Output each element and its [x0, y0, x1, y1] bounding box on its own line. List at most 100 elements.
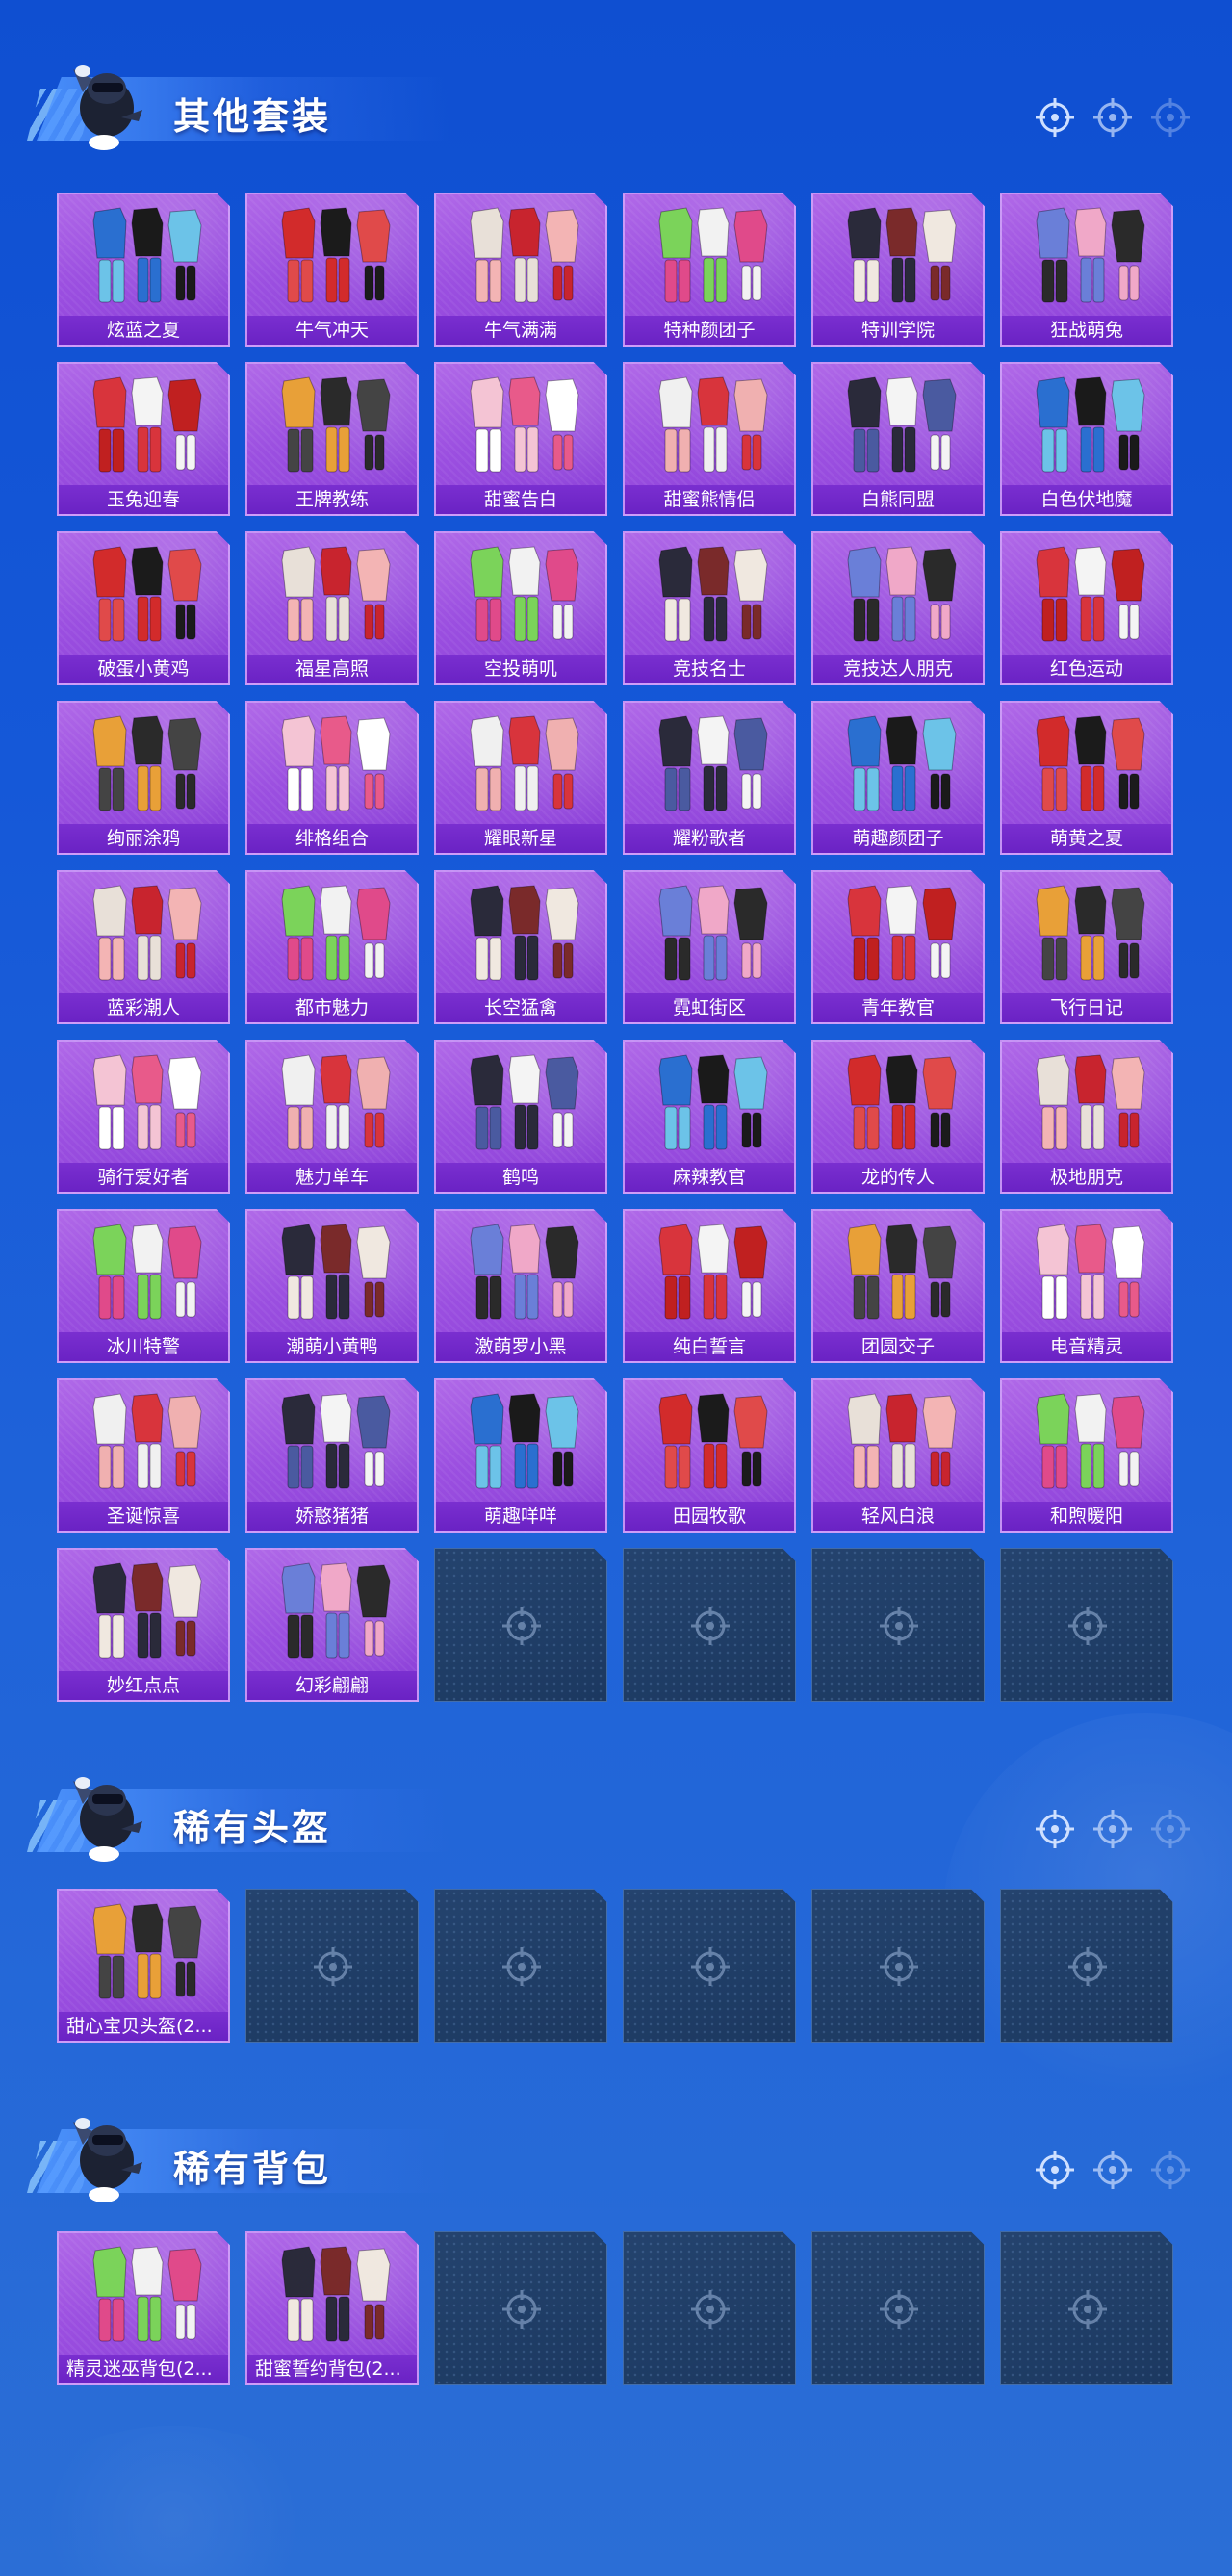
- crosshair-icon: [1151, 98, 1190, 137]
- item-card[interactable]: 狂战萌兔: [1000, 193, 1173, 347]
- item-card[interactable]: 极地朋克: [1000, 1040, 1173, 1194]
- crosshair-icon: [1036, 98, 1074, 137]
- item-card[interactable]: 甜心宝贝头盔(2...: [57, 1889, 230, 2043]
- empty-slot: [434, 1548, 607, 1702]
- item-image: [847, 1393, 957, 1489]
- item-image: [1036, 715, 1145, 811]
- item-card[interactable]: 和煦暖阳: [1000, 1378, 1173, 1533]
- item-card[interactable]: 龙的传人: [811, 1040, 985, 1194]
- item-name: 电音精灵: [1002, 1332, 1171, 1361]
- item-name: 青年教官: [813, 993, 983, 1022]
- section-header-other-sets: 其他套装: [27, 50, 1192, 156]
- empty-slot: [811, 2231, 985, 2385]
- item-card[interactable]: 竞技达人朋克: [811, 531, 985, 685]
- item-name: 甜蜜熊情侣: [625, 485, 794, 514]
- item-name: 萌趣咩咩: [436, 1502, 605, 1531]
- crosshair-icon: [880, 2290, 918, 2329]
- item-card[interactable]: 轻风白浪: [811, 1378, 985, 1533]
- item-card[interactable]: 绯格组合: [245, 701, 419, 855]
- item-card[interactable]: 绚丽涂鸦: [57, 701, 230, 855]
- item-card[interactable]: 红色运动: [1000, 531, 1173, 685]
- item-card[interactable]: 圣诞惊喜: [57, 1378, 230, 1533]
- item-card[interactable]: 妙红点点: [57, 1548, 230, 1702]
- item-card[interactable]: 萌趣咩咩: [434, 1378, 607, 1533]
- item-name: 冰川特警: [59, 1332, 228, 1361]
- item-image: [92, 207, 202, 303]
- item-card[interactable]: 甜蜜告白: [434, 362, 607, 516]
- item-name: 绯格组合: [247, 824, 417, 853]
- item-card[interactable]: 福星高照: [245, 531, 419, 685]
- item-card[interactable]: 玉兔迎春: [57, 362, 230, 516]
- item-image: [658, 1393, 768, 1489]
- item-card[interactable]: 幻彩翩翩: [245, 1548, 419, 1702]
- item-name: 精灵迷巫背包(2...: [59, 2355, 228, 2383]
- item-card[interactable]: 炫蓝之夏: [57, 193, 230, 347]
- item-card[interactable]: 魅力单车: [245, 1040, 419, 1194]
- item-card[interactable]: 空投萌叽: [434, 531, 607, 685]
- crosshair-icon: [314, 1947, 352, 1986]
- item-card[interactable]: 都市魅力: [245, 870, 419, 1024]
- item-card[interactable]: 青年教官: [811, 870, 985, 1024]
- item-name: 圣诞惊喜: [59, 1502, 228, 1531]
- item-name: 耀眼新星: [436, 824, 605, 853]
- item-card[interactable]: 麻辣教官: [623, 1040, 796, 1194]
- crosshair-icon: [1093, 1810, 1132, 1848]
- item-card[interactable]: 萌黄之夏: [1000, 701, 1173, 855]
- item-card[interactable]: 电音精灵: [1000, 1209, 1173, 1363]
- empty-slot: [623, 1889, 796, 2043]
- crosshair-icon: [502, 1607, 541, 1645]
- item-card[interactable]: 特训学院: [811, 193, 985, 347]
- item-grid-rare-backpacks: 精灵迷巫背包(2... 甜蜜誓约背包(2...: [57, 2231, 1173, 2385]
- item-card[interactable]: 牛气冲天: [245, 193, 419, 347]
- item-card[interactable]: 耀眼新星: [434, 701, 607, 855]
- item-image: [1036, 1224, 1145, 1320]
- item-card[interactable]: 田园牧歌: [623, 1378, 796, 1533]
- item-card[interactable]: 竞技名士: [623, 531, 796, 685]
- item-name: 团圆交子: [813, 1332, 983, 1361]
- empty-slot: [434, 2231, 607, 2385]
- item-card[interactable]: 激萌罗小黑: [434, 1209, 607, 1363]
- item-image: [1036, 546, 1145, 642]
- item-name: 鹤鸣: [436, 1163, 605, 1192]
- item-name: 骑行爱好者: [59, 1163, 228, 1192]
- item-card[interactable]: 甜蜜熊情侣: [623, 362, 796, 516]
- item-image: [470, 1054, 579, 1150]
- empty-slot: [1000, 1889, 1173, 2043]
- item-image: [658, 1054, 768, 1150]
- item-card[interactable]: 萌趣颜团子: [811, 701, 985, 855]
- item-card[interactable]: 霓虹街区: [623, 870, 796, 1024]
- item-card[interactable]: 娇憨猪猪: [245, 1378, 419, 1533]
- item-image: [470, 546, 579, 642]
- item-name: 魅力单车: [247, 1163, 417, 1192]
- mascot-icon: [73, 65, 142, 150]
- item-card[interactable]: 耀粉歌者: [623, 701, 796, 855]
- item-image: [92, 1903, 202, 1999]
- crosshair-icon: [1151, 2151, 1190, 2189]
- item-image: [281, 715, 391, 811]
- empty-slot: [623, 2231, 796, 2385]
- item-card[interactable]: 白色伏地魔: [1000, 362, 1173, 516]
- item-card[interactable]: 潮萌小黄鸭: [245, 1209, 419, 1363]
- crosshair-icon: [1093, 2151, 1132, 2189]
- item-card[interactable]: 蓝彩潮人: [57, 870, 230, 1024]
- item-card[interactable]: 精灵迷巫背包(2...: [57, 2231, 230, 2385]
- item-image: [658, 376, 768, 473]
- item-card[interactable]: 白熊同盟: [811, 362, 985, 516]
- item-card[interactable]: 王牌教练: [245, 362, 419, 516]
- mascot-icon: [73, 1777, 142, 1862]
- item-card[interactable]: 牛气满满: [434, 193, 607, 347]
- item-card[interactable]: 飞行日记: [1000, 870, 1173, 1024]
- item-card[interactable]: 甜蜜誓约背包(2...: [245, 2231, 419, 2385]
- item-card[interactable]: 冰川特警: [57, 1209, 230, 1363]
- item-name: 白色伏地魔: [1002, 485, 1171, 514]
- item-card[interactable]: 特种颜团子: [623, 193, 796, 347]
- item-name: 激萌罗小黑: [436, 1332, 605, 1361]
- item-card[interactable]: 长空猛禽: [434, 870, 607, 1024]
- item-card[interactable]: 破蛋小黄鸡: [57, 531, 230, 685]
- item-card[interactable]: 团圆交子: [811, 1209, 985, 1363]
- item-card[interactable]: 鹤鸣: [434, 1040, 607, 1194]
- item-card[interactable]: 骑行爱好者: [57, 1040, 230, 1194]
- item-image: [470, 376, 579, 473]
- item-card[interactable]: 纯白誓言: [623, 1209, 796, 1363]
- item-image: [470, 885, 579, 981]
